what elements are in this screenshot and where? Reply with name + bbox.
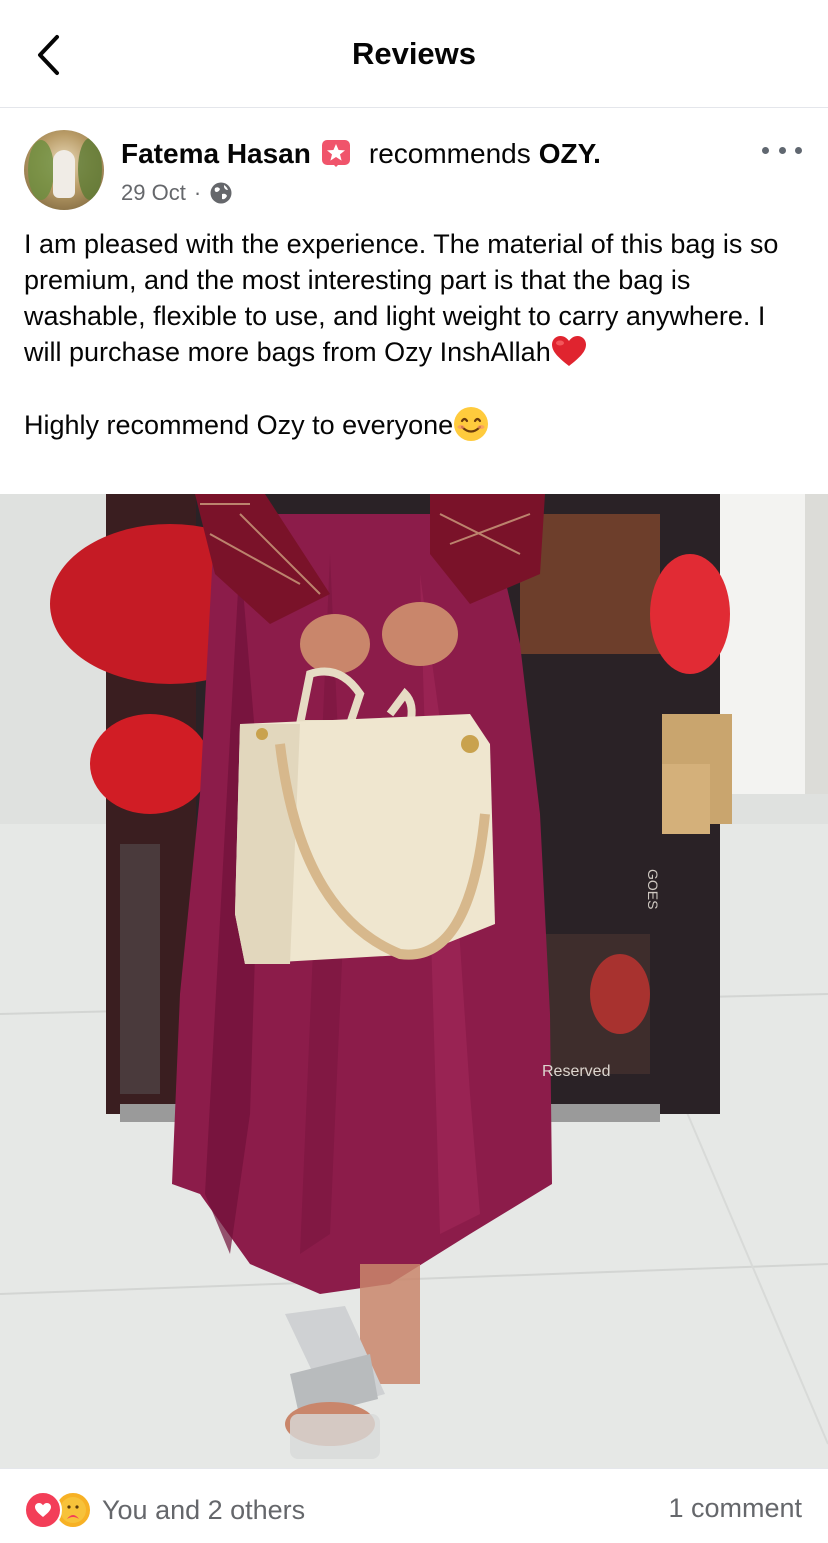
post-footer: You and 2 others 1 comment (0, 1468, 828, 1543)
post-header: Fatema Hasan recommends OZY. 29 Oct · (0, 108, 828, 218)
smiling-face-emoji-icon (454, 407, 489, 441)
page-name-link[interactable]: OZY. (539, 138, 601, 170)
more-options-button[interactable] (762, 138, 802, 162)
post-title-line: Fatema Hasan recommends OZY. (121, 138, 601, 170)
red-heart-emoji-icon (551, 336, 586, 366)
reactions-summary[interactable]: You and 2 others (24, 1491, 305, 1529)
post-paragraph: I am pleased with the experience. The ma… (24, 226, 804, 370)
meta-separator: · (193, 180, 202, 205)
love-reaction-icon (24, 1491, 62, 1529)
reactions-text: You and 2 others (102, 1494, 306, 1525)
photo-overlay-text-1: Reserved (542, 1063, 610, 1080)
post-photo[interactable]: Reserved GOES (0, 494, 828, 1468)
comments-count-link[interactable]: 1 comment (668, 1493, 802, 1524)
photo-overlay-text-2: GOES (645, 869, 661, 909)
author-name[interactable]: Fatema Hasan (121, 138, 311, 170)
page-title: Reviews (351, 36, 477, 71)
post-paragraph-text: Highly recommend Ozy to everyone (24, 410, 454, 440)
post-body: I am pleased with the experience. The ma… (24, 226, 804, 443)
top-fan-star-icon (321, 139, 351, 169)
post-date[interactable]: 29 Oct (121, 180, 186, 206)
more-dots-icon (762, 146, 769, 154)
post-meta: 29 Oct · (121, 180, 233, 206)
globe-icon (210, 182, 232, 204)
top-navigation-bar: Reviews (0, 0, 828, 108)
action-text: recommends (368, 138, 531, 169)
post-paragraph: Highly recommend Ozy to everyone (24, 406, 804, 443)
post-paragraph-text: I am pleased with the experience. The ma… (24, 229, 779, 367)
avatar[interactable] (24, 130, 104, 210)
